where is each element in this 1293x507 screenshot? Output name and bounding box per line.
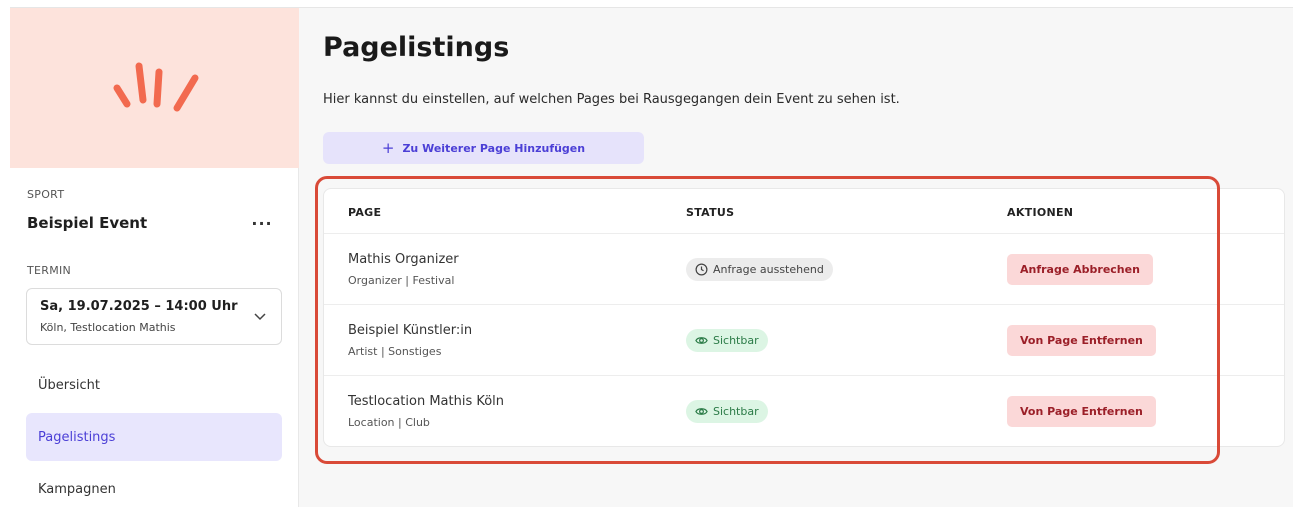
date-select[interactable]: Sa, 19.07.2025 – 14:00 Uhr Köln, Testloc… (26, 288, 282, 345)
sidebar: SPORT Beispiel Event ··· TERMIN Sa, 19.0… (10, 8, 299, 507)
event-title: Beispiel Event (27, 214, 148, 232)
page-name: Beispiel Künstler:in (348, 323, 473, 338)
add-to-page-label: Zu Weiterer Page Hinzufügen (402, 141, 586, 155)
table-row: Mathis Organizer Organizer | Festival An… (324, 233, 1284, 304)
sidebar-item-pagelistings[interactable]: Pagelistings (26, 413, 282, 461)
clock-icon (695, 263, 708, 276)
column-header-status: STATUS (686, 206, 735, 219)
termin-label: TERMIN (27, 264, 72, 277)
table-row: Beispiel Künstler:in Artist | Sonstiges … (324, 304, 1284, 375)
status-label: Anfrage ausstehend (713, 263, 824, 276)
sparkle-burst-icon (113, 62, 198, 112)
status-badge: Sichtbar (686, 329, 768, 352)
status-label: Sichtbar (713, 334, 759, 347)
page-name: Testlocation Mathis Köln (348, 394, 505, 409)
add-to-page-button[interactable]: + Zu Weiterer Page Hinzufügen (323, 132, 644, 164)
status-badge: Anfrage ausstehend (686, 258, 833, 281)
eye-icon (695, 337, 708, 344)
sidebar-item-label: Übersicht (38, 377, 100, 393)
column-header-actions: AKTIONEN (1007, 206, 1074, 219)
sidebar-item-kampagnen[interactable]: Kampagnen (26, 465, 282, 507)
sidebar-item-label: Kampagnen (38, 481, 116, 497)
event-category: SPORT (27, 188, 65, 201)
date-select-location: Köln, Testlocation Mathis (40, 321, 176, 334)
status-label: Sichtbar (713, 405, 759, 418)
page-title: Pagelistings (323, 32, 510, 63)
sidebar-item-uebersicht[interactable]: Übersicht (26, 361, 282, 409)
more-dots-icon: ··· (251, 213, 273, 233)
page-type: Organizer | Festival (348, 274, 455, 287)
table-row: Testlocation Mathis Köln Location | Club… (324, 375, 1284, 446)
status-badge: Sichtbar (686, 400, 768, 423)
chevron-down-icon (254, 313, 266, 321)
cancel-request-button[interactable]: Anfrage Abbrechen (1007, 254, 1153, 285)
eye-icon (695, 408, 708, 415)
event-hero-image (10, 8, 299, 168)
date-select-main: Sa, 19.07.2025 – 14:00 Uhr (40, 299, 238, 314)
column-header-page: PAGE (348, 206, 382, 219)
remove-from-page-button[interactable]: Von Page Entfernen (1007, 396, 1156, 427)
pagelistings-table: PAGE STATUS AKTIONEN Mathis Organizer Or… (323, 188, 1285, 447)
plus-icon: + (381, 138, 395, 157)
page-name: Mathis Organizer (348, 252, 459, 267)
sidebar-item-label: Pagelistings (38, 429, 116, 445)
more-options-button[interactable]: ··· (251, 212, 273, 234)
remove-from-page-button[interactable]: Von Page Entfernen (1007, 325, 1156, 356)
page-description: Hier kannst du einstellen, auf welchen P… (323, 92, 900, 107)
main-content: Pagelistings Hier kannst du einstellen, … (299, 8, 1293, 507)
page-type: Artist | Sonstiges (348, 345, 442, 358)
page-type: Location | Club (348, 416, 430, 429)
